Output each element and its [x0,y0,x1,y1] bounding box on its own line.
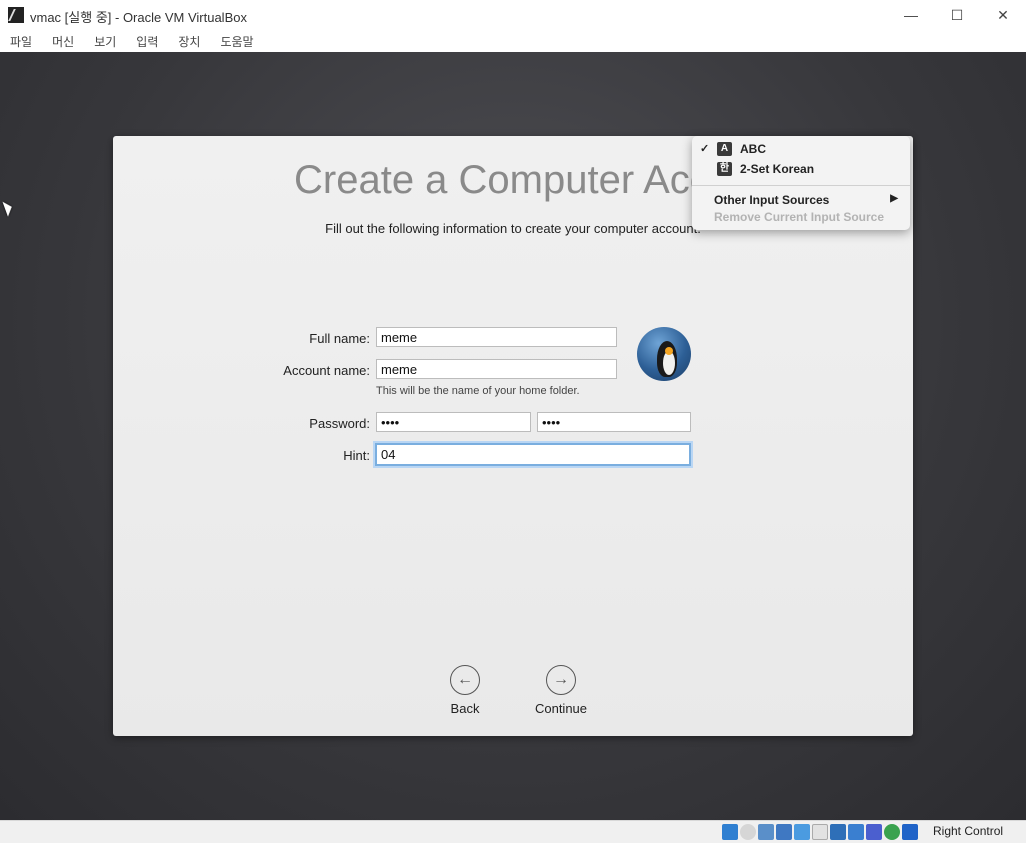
menu-help[interactable]: 도움말 [210,30,263,50]
continue-button[interactable]: → Continue [521,665,601,716]
keyboard-capture-icon[interactable] [902,824,918,840]
menu-separator [692,185,910,186]
back-label: Back [450,701,480,716]
host-key-label[interactable]: Right Control [933,824,1003,838]
hard-disk-icon[interactable] [722,824,738,840]
korean-label: 2-Set Korean [740,162,815,176]
abc-label: ABC [740,142,766,156]
menu-devices[interactable]: 장치 [168,30,210,50]
full-name-field[interactable]: meme [376,327,617,347]
menu-view[interactable]: 보기 [84,30,126,50]
virtualbox-app-icon [8,7,24,23]
input-source-abc[interactable]: ✓ A ABC [692,142,910,160]
status-icons [722,824,918,840]
user-picture[interactable] [637,327,691,381]
menu-bar: 파일 머신 보기 입력 장치 도움말 [0,30,1026,53]
status-bar: Right Control [0,820,1026,843]
other-input-sources-label: Other Input Sources [714,193,830,207]
video-capture-icon[interactable] [848,824,864,840]
display-icon[interactable] [830,824,846,840]
menu-file[interactable]: 파일 [0,30,42,50]
account-name-label: Account name: [283,363,370,378]
password-label: Password: [309,416,370,431]
hint-label: Hint: [343,448,370,463]
minimize-button[interactable]: — [888,0,934,30]
account-name-note: This will be the name of your home folde… [376,385,580,397]
korean-keyboard-icon: 한 [717,162,732,176]
full-name-label: Full name: [309,331,370,346]
title-bar: vmac [실행 중] - Oracle VM VirtualBox — ☐ ✕ [0,0,1026,30]
submenu-arrow-icon: ▶ [890,193,898,204]
back-button[interactable]: ← Back [425,665,505,716]
back-arrow-icon: ← [450,665,480,695]
optical-drive-icon[interactable] [740,824,756,840]
checkmark-icon: ✓ [700,143,710,155]
verify-password-field[interactable]: •••• [537,412,691,432]
forward-arrow-icon: → [546,665,576,695]
virtualization-icon[interactable] [866,824,882,840]
menu-machine[interactable]: 머신 [42,30,84,50]
audio-icon[interactable] [758,824,774,840]
input-source-menu: ✓ A ABC 한 2-Set Korean Other Input Sourc… [692,136,910,230]
account-name-field[interactable]: meme [376,359,617,379]
password-field[interactable]: •••• [376,412,531,432]
remove-input-source: Remove Current Input Source [692,210,910,226]
abc-keyboard-icon: A [717,142,732,156]
maximize-button[interactable]: ☐ [934,0,980,30]
close-button[interactable]: ✕ [980,0,1026,30]
other-input-sources[interactable]: Other Input Sources ▶ [692,193,910,209]
hint-field[interactable]: 04 [375,443,691,466]
mouse-cursor-icon [2,199,15,217]
penguin-neck [665,347,673,355]
window-title: vmac [실행 중] - Oracle VM VirtualBox [30,10,247,25]
network-icon[interactable] [776,824,792,840]
guest-additions-icon[interactable] [884,824,900,840]
usb-icon[interactable] [794,824,810,840]
shared-folders-icon[interactable] [812,824,828,840]
continue-label: Continue [534,701,588,716]
remove-input-source-label: Remove Current Input Source [714,210,885,224]
menu-input[interactable]: 입력 [126,30,168,50]
input-source-korean[interactable]: 한 2-Set Korean [692,162,910,180]
